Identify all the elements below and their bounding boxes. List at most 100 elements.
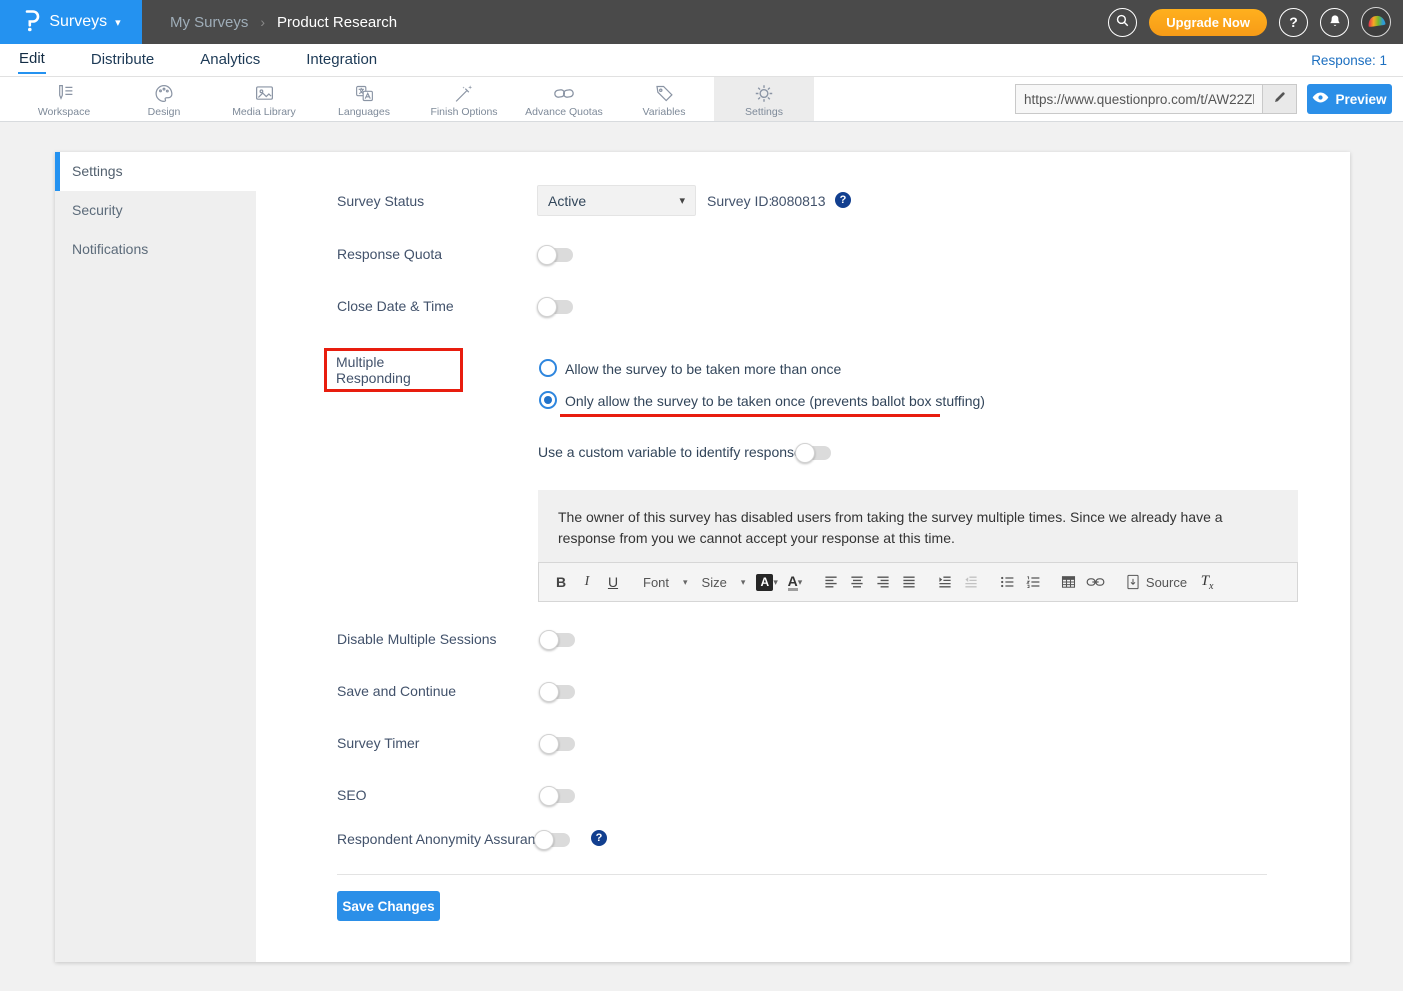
top-bar: Surveys ▾ My Surveys › Product Research … (0, 0, 1403, 44)
anonymity-help-icon[interactable]: ? (591, 830, 607, 846)
size-dropdown[interactable]: Size ▾ (696, 569, 752, 595)
toolbar-item-design[interactable]: Design (114, 77, 214, 121)
survey-id-value: 8080813 (771, 193, 826, 209)
toolbar-item-settings[interactable]: Settings (714, 77, 814, 121)
survey-status-help-icon[interactable]: ? (835, 192, 851, 208)
survey-url-input[interactable] (1016, 85, 1262, 113)
divider (337, 874, 1267, 875)
remove-format-button[interactable]: Tx (1195, 569, 1219, 595)
close-date-label: Close Date & Time (337, 298, 454, 314)
link-icon[interactable] (1083, 569, 1108, 595)
seo-label: SEO (337, 787, 367, 803)
custom-variable-toggle[interactable] (797, 446, 831, 460)
response-count: Response: 1 (1311, 53, 1387, 68)
toolbar-item-finish-options[interactable]: Finish Options (414, 77, 514, 121)
survey-timer-toggle[interactable] (541, 737, 575, 751)
survey-status-label: Survey Status (337, 193, 424, 209)
survey-url-field (1015, 84, 1297, 114)
languages-icon (353, 83, 376, 104)
radio-allow-multiple-label[interactable]: Allow the survey to be taken more than o… (565, 361, 841, 377)
anonymity-label: Respondent Anonymity Assurance (337, 831, 550, 847)
custom-variable-label: Use a custom variable to identify respon… (538, 444, 809, 460)
red-underline-annotation (560, 414, 940, 417)
tab-distribute[interactable]: Distribute (90, 47, 155, 73)
sidebar-item-security[interactable]: Security (55, 191, 256, 230)
eye-icon (1312, 91, 1329, 107)
save-continue-toggle[interactable] (541, 685, 575, 699)
align-justify-button[interactable] (897, 569, 921, 595)
background-color-icon: A (756, 574, 773, 591)
underline-button[interactable]: U (601, 569, 625, 595)
rich-text-editor-toolbar: B I U Font ▾ Size ▾ A ▾ A ▾ (538, 562, 1298, 602)
source-button[interactable]: Source (1120, 569, 1193, 595)
disabled-message-box[interactable]: The owner of this survey has disabled us… (538, 490, 1298, 562)
section-nav: Edit Distribute Analytics Integration Re… (0, 44, 1403, 77)
bold-button[interactable]: B (549, 569, 573, 595)
align-center-button[interactable] (845, 569, 869, 595)
chevron-down-icon: ▾ (683, 577, 688, 588)
settings-sidebar: Settings Security Notifications (55, 152, 256, 962)
align-right-button[interactable] (871, 569, 895, 595)
indent-button[interactable] (933, 569, 957, 595)
breadcrumb-current: Product Research (277, 14, 397, 31)
notifications-button[interactable] (1320, 8, 1349, 37)
response-quota-toggle[interactable] (539, 248, 573, 262)
anonymity-toggle[interactable] (536, 833, 570, 847)
toolbar-item-advance-quotas[interactable]: Advance Quotas (514, 77, 614, 121)
toolbar-item-variables[interactable]: Variables (614, 77, 714, 121)
survey-status-dropdown[interactable]: Active ▾ (537, 185, 696, 216)
background-color-button[interactable]: A ▾ (753, 569, 781, 595)
settings-panel: Settings Security Notifications Survey S… (55, 152, 1350, 962)
workspace-icon (53, 83, 76, 104)
breadcrumb-my-surveys[interactable]: My Surveys (170, 14, 248, 31)
disable-sessions-toggle[interactable] (541, 633, 575, 647)
edit-url-button[interactable] (1262, 85, 1296, 113)
bell-icon (1327, 13, 1343, 32)
radio-only-once-label[interactable]: Only allow the survey to be taken once (… (565, 393, 985, 409)
chevron-down-icon: ▾ (741, 577, 746, 588)
toolbar-item-languages[interactable]: Languages (314, 77, 414, 121)
tab-edit[interactable]: Edit (18, 46, 46, 74)
tab-analytics[interactable]: Analytics (199, 47, 261, 73)
text-color-button[interactable]: A ▾ (783, 569, 807, 595)
toolbar-item-workspace[interactable]: Workspace (14, 77, 114, 121)
upgrade-now-button[interactable]: Upgrade Now (1149, 9, 1267, 36)
align-left-button[interactable] (819, 569, 843, 595)
outdent-button[interactable] (959, 569, 983, 595)
disable-sessions-label: Disable Multiple Sessions (337, 631, 497, 647)
radio-allow-multiple[interactable] (539, 359, 557, 377)
bullet-list-button[interactable] (995, 569, 1019, 595)
product-switcher[interactable]: Surveys ▾ (0, 0, 142, 44)
tab-integration[interactable]: Integration (305, 47, 378, 73)
help-button[interactable]: ? (1279, 8, 1308, 37)
table-button[interactable] (1057, 569, 1081, 595)
close-date-toggle[interactable] (539, 300, 573, 314)
multiple-responding-annotation-box: Multiple Responding (324, 348, 463, 392)
font-dropdown[interactable]: Font ▾ (637, 569, 694, 595)
image-icon (253, 83, 276, 104)
palette-icon (153, 83, 175, 104)
gear-icon (753, 83, 775, 104)
magic-wand-icon (453, 83, 475, 104)
toolbar-item-media-library[interactable]: Media Library (214, 77, 314, 121)
text-color-icon: A (788, 574, 798, 591)
pencil-icon (1273, 90, 1287, 109)
italic-button[interactable]: I (575, 569, 599, 595)
question-mark-icon: ? (1289, 14, 1298, 30)
search-icon (1114, 12, 1131, 32)
seo-toggle[interactable] (541, 789, 575, 803)
sidebar-item-settings[interactable]: Settings (55, 152, 256, 191)
numbered-list-button[interactable] (1021, 569, 1045, 595)
edit-toolbar: Workspace Design Media Library Languages… (0, 77, 1403, 122)
save-changes-button[interactable]: Save Changes (337, 891, 440, 921)
radio-only-once[interactable] (539, 391, 557, 409)
preview-button[interactable]: Preview (1307, 84, 1392, 114)
response-quota-label: Response Quota (337, 246, 442, 262)
avatar-logo-icon (1367, 15, 1385, 27)
tag-icon (653, 83, 675, 104)
questionpro-logo-icon (21, 7, 41, 38)
user-avatar[interactable] (1361, 7, 1391, 37)
save-continue-label: Save and Continue (337, 683, 456, 699)
sidebar-item-notifications[interactable]: Notifications (55, 230, 256, 269)
search-button[interactable] (1108, 8, 1137, 37)
